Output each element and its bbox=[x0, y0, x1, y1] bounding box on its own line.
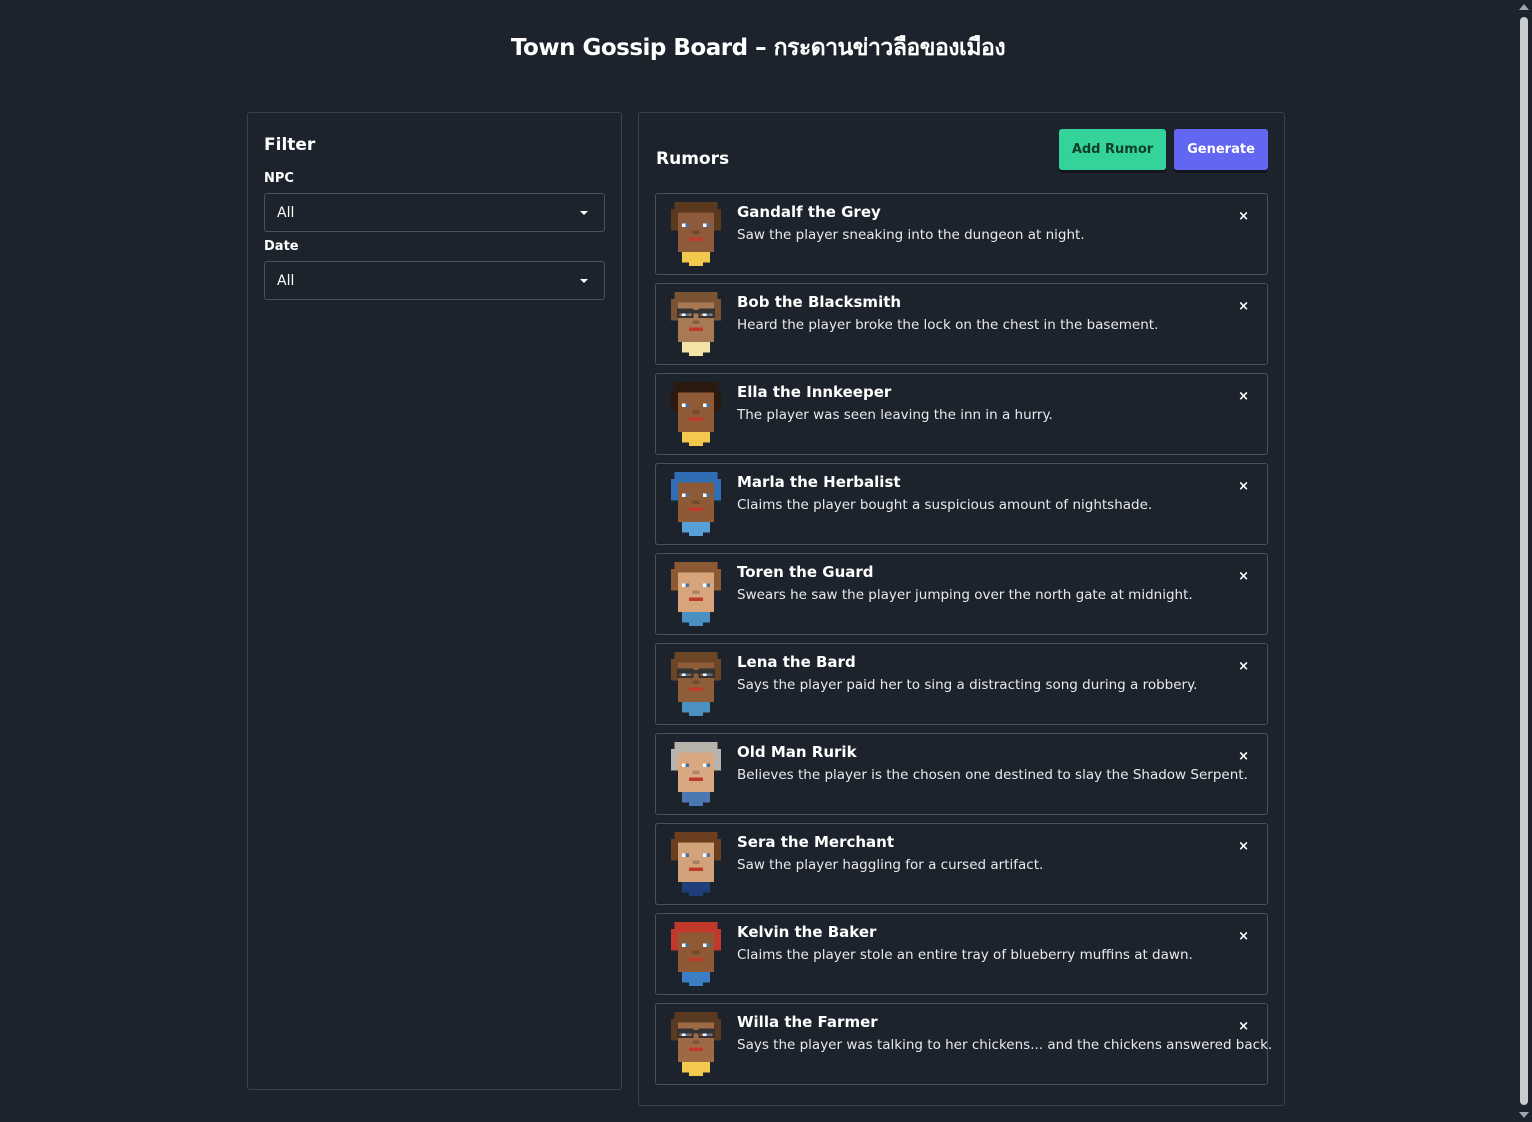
npc-name: Sera the Merchant bbox=[737, 833, 895, 851]
npc-name: Gandalf the Grey bbox=[737, 203, 881, 221]
rumor-card: Sera the Merchant Saw the player haggling… bbox=[655, 823, 1268, 905]
npc-name: Old Man Rurik bbox=[737, 743, 857, 761]
npc-name: Lena the Bard bbox=[737, 653, 856, 671]
filter-panel: Filter NPC All Date All bbox=[247, 112, 622, 1090]
rumors-title: Rumors bbox=[656, 149, 730, 169]
npc-select[interactable]: All bbox=[264, 193, 605, 232]
close-icon[interactable]: × bbox=[1238, 929, 1249, 944]
rumor-card: Kelvin the Baker Claims the player stole … bbox=[655, 913, 1268, 995]
npc-select-value: All bbox=[277, 204, 295, 221]
rumor-text: Swears he saw the player jumping over th… bbox=[737, 587, 1193, 603]
avatar bbox=[667, 1012, 725, 1076]
scroll-up-icon[interactable] bbox=[1519, 4, 1529, 10]
rumor-list: Gandalf the Grey Saw the player sneaking … bbox=[655, 193, 1272, 1093]
close-icon[interactable]: × bbox=[1238, 209, 1249, 224]
rumor-card: Marla the Herbalist Claims the player bou… bbox=[655, 463, 1268, 545]
avatar bbox=[667, 742, 725, 806]
rumors-panel: Rumors Add Rumor Generate Gandalf the Gr… bbox=[638, 112, 1285, 1106]
avatar bbox=[667, 202, 725, 266]
avatar bbox=[667, 922, 725, 986]
chevron-down-icon bbox=[580, 210, 588, 215]
page-scrollbar[interactable] bbox=[1516, 0, 1532, 1122]
chevron-down-icon bbox=[580, 278, 588, 283]
rumor-text: Believes the player is the chosen one de… bbox=[737, 767, 1248, 783]
npc-name: Kelvin the Baker bbox=[737, 923, 877, 941]
close-icon[interactable]: × bbox=[1238, 839, 1249, 854]
filter-title: Filter bbox=[264, 135, 316, 155]
date-select[interactable]: All bbox=[264, 261, 605, 300]
avatar bbox=[667, 382, 725, 446]
close-icon[interactable]: × bbox=[1238, 299, 1249, 314]
rumor-card: Toren the Guard Swears he saw the player … bbox=[655, 553, 1268, 635]
avatar bbox=[667, 472, 725, 536]
rumor-card: Willa the Farmer Says the player was talk… bbox=[655, 1003, 1272, 1085]
avatar bbox=[667, 562, 725, 626]
rumor-text: The player was seen leaving the inn in a… bbox=[737, 407, 1053, 423]
rumor-text: Saw the player sneaking into the dungeon… bbox=[737, 227, 1085, 243]
scrollbar-thumb[interactable] bbox=[1520, 17, 1528, 1105]
page-title: Town Gossip Board – กระดานข่าวลือของเมือ… bbox=[510, 35, 1006, 61]
rumor-card: Old Man Rurik Believes the player is the … bbox=[655, 733, 1268, 815]
close-icon[interactable]: × bbox=[1238, 479, 1249, 494]
date-select-value: All bbox=[277, 272, 295, 289]
rumor-text: Says the player paid her to sing a distr… bbox=[737, 677, 1198, 693]
rumor-text: Claims the player stole an entire tray o… bbox=[737, 947, 1193, 963]
npc-name: Ella the Innkeeper bbox=[737, 383, 892, 401]
close-icon[interactable]: × bbox=[1238, 1019, 1249, 1034]
rumor-text: Says the player was talking to her chick… bbox=[737, 1037, 1273, 1053]
npc-label: NPC bbox=[264, 171, 294, 186]
avatar bbox=[667, 292, 725, 356]
rumor-card: Lena the Bard Says the player paid her to… bbox=[655, 643, 1268, 725]
rumor-card: Ella the Innkeeper The player was seen le… bbox=[655, 373, 1268, 455]
close-icon[interactable]: × bbox=[1238, 659, 1249, 674]
rumor-text: Heard the player broke the lock on the c… bbox=[737, 317, 1159, 333]
close-icon[interactable]: × bbox=[1238, 749, 1249, 764]
close-icon[interactable]: × bbox=[1238, 389, 1249, 404]
npc-name: Marla the Herbalist bbox=[737, 473, 901, 491]
avatar bbox=[667, 832, 725, 896]
npc-name: Toren the Guard bbox=[737, 563, 874, 581]
close-icon[interactable]: × bbox=[1238, 569, 1249, 584]
date-label: Date bbox=[264, 239, 299, 254]
npc-name: Willa the Farmer bbox=[737, 1013, 878, 1031]
rumor-card: Gandalf the Grey Saw the player sneaking … bbox=[655, 193, 1268, 275]
avatar bbox=[667, 652, 725, 716]
rumor-card: Bob the Blacksmith Heard the player broke… bbox=[655, 283, 1268, 365]
rumor-text: Saw the player haggling for a cursed art… bbox=[737, 857, 1044, 873]
npc-name: Bob the Blacksmith bbox=[737, 293, 902, 311]
add-rumor-button[interactable]: Add Rumor bbox=[1059, 129, 1166, 170]
rumor-text: Claims the player bought a suspicious am… bbox=[737, 497, 1153, 513]
scroll-down-icon[interactable] bbox=[1519, 1112, 1529, 1118]
generate-button[interactable]: Generate bbox=[1174, 129, 1268, 170]
